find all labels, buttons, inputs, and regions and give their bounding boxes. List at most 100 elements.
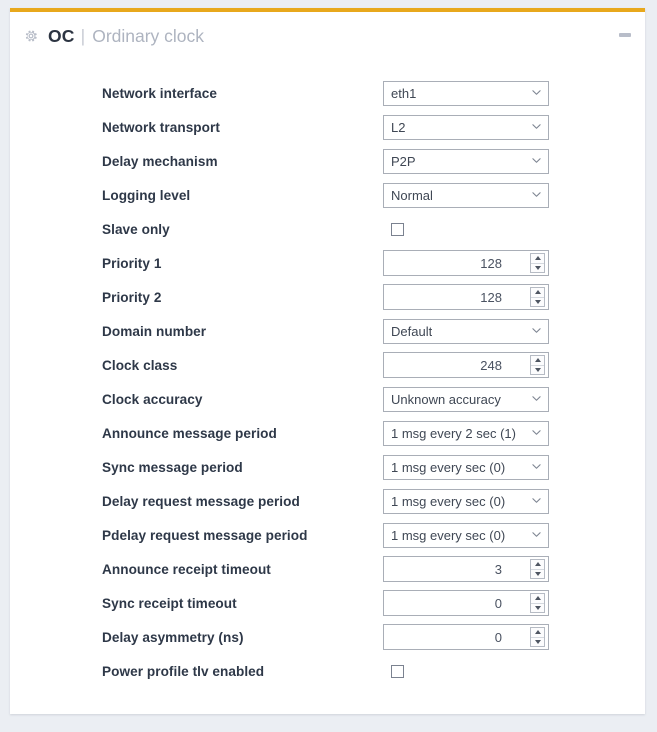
triangle-up-icon <box>534 630 541 635</box>
spinner-value-delay-asymmetry-ns: 0 <box>494 629 502 645</box>
label-pdelay-request-message-period: Pdelay request message period <box>102 527 308 543</box>
select-delay-mechanism[interactable]: P2P <box>383 148 549 174</box>
spinner-delay-asymmetry-ns[interactable]: 0 <box>383 624 549 650</box>
control-slot-delay-request-message-period: 1 msg every sec (0) <box>383 488 549 514</box>
select-sync-message-period[interactable]: 1 msg every sec (0) <box>383 454 549 480</box>
spinner-value-priority-1: 128 <box>480 255 502 271</box>
panel-title-separator: | <box>80 25 86 46</box>
label-domain-number: Domain number <box>102 323 207 339</box>
form-row-sync-receipt-timeout: Sync receipt timeout 0 <box>10 586 645 620</box>
label-announce-receipt-timeout: Announce receipt timeout <box>102 561 271 577</box>
triangle-down-icon <box>534 571 541 576</box>
select-network-interface[interactable]: eth1 <box>383 80 549 106</box>
spinner-sync-receipt-timeout[interactable]: 0 <box>383 590 549 616</box>
spinner-value-sync-receipt-timeout: 0 <box>494 595 502 611</box>
label-delay-asymmetry-ns: Delay asymmetry (ns) <box>102 629 244 645</box>
spinner-buttons-priority-2[interactable] <box>530 287 545 307</box>
spinner-increment-button[interactable] <box>531 628 544 638</box>
triangle-down-icon <box>534 367 541 372</box>
label-priority-2: Priority 2 <box>102 289 162 305</box>
select-logging-level[interactable]: Normal <box>383 182 549 208</box>
spinner-increment-button[interactable] <box>531 560 544 570</box>
form-row-pdelay-request-message-period: Pdelay request message period 1 msg every… <box>10 518 645 552</box>
select-pdelay-request-message-period[interactable]: 1 msg every sec (0) <box>383 522 549 548</box>
settings-form: Network interface eth1 Network transport L2… <box>10 60 645 688</box>
form-row-domain-number: Domain number Default <box>10 314 645 348</box>
triangle-down-icon <box>534 265 541 270</box>
select-value-domain-number: Default <box>391 323 433 339</box>
form-row-sync-message-period: Sync message period 1 msg every sec (0) <box>10 450 645 484</box>
label-logging-level: Logging level <box>102 187 191 203</box>
form-row-network-interface: Network interface eth1 <box>10 76 645 110</box>
chevron-down-icon <box>532 496 541 505</box>
label-delay-request-message-period: Delay request message period <box>102 493 300 509</box>
control-slot-delay-asymmetry-ns: 0 <box>383 624 549 650</box>
spinner-buttons-sync-receipt-timeout[interactable] <box>530 593 545 613</box>
spinner-increment-button[interactable] <box>531 356 544 366</box>
form-row-slave-only: Slave only <box>10 212 645 246</box>
chevron-down-icon <box>532 530 541 539</box>
form-row-network-transport: Network transport L2 <box>10 110 645 144</box>
control-slot-slave-only <box>383 222 549 236</box>
spinner-decrement-button[interactable] <box>531 366 544 375</box>
label-network-transport: Network transport <box>102 119 220 135</box>
checkbox-slave-only[interactable] <box>391 222 404 236</box>
form-row-delay-mechanism: Delay mechanism P2P <box>10 144 645 178</box>
spinner-decrement-button[interactable] <box>531 264 544 273</box>
spinner-increment-button[interactable] <box>531 594 544 604</box>
select-clock-accuracy[interactable]: Unknown accuracy <box>383 386 549 412</box>
label-network-interface: Network interface <box>102 85 217 101</box>
chevron-down-icon <box>532 190 541 199</box>
checkbox-power-profile-tlv-enabled[interactable] <box>391 664 404 678</box>
spinner-announce-receipt-timeout[interactable]: 3 <box>383 556 549 582</box>
select-domain-number[interactable]: Default <box>383 318 549 344</box>
spinner-value-announce-receipt-timeout: 3 <box>494 561 502 577</box>
spinner-decrement-button[interactable] <box>531 298 544 307</box>
spinner-buttons-priority-1[interactable] <box>530 253 545 273</box>
spinner-buttons-delay-asymmetry-ns[interactable] <box>530 627 545 647</box>
triangle-up-icon <box>534 562 541 567</box>
chevron-down-icon <box>532 462 541 471</box>
spinner-increment-button[interactable] <box>531 288 544 298</box>
spinner-increment-button[interactable] <box>531 254 544 264</box>
spinner-decrement-button[interactable] <box>531 604 544 613</box>
form-row-power-profile-tlv-enabled: Power profile tlv enabled <box>10 654 645 688</box>
triangle-down-icon <box>534 605 541 610</box>
label-clock-class: Clock class <box>102 357 178 373</box>
select-value-delay-mechanism: P2P <box>391 153 416 169</box>
chevron-down-icon <box>532 122 541 131</box>
spinner-decrement-button[interactable] <box>531 570 544 579</box>
control-slot-domain-number: Default <box>383 318 549 344</box>
control-slot-priority-2: 128 <box>383 284 549 310</box>
triangle-down-icon <box>534 639 541 644</box>
label-power-profile-tlv-enabled: Power profile tlv enabled <box>102 663 265 679</box>
spinner-value-priority-2: 128 <box>480 289 502 305</box>
spinner-priority-1[interactable]: 128 <box>383 250 549 276</box>
select-network-transport[interactable]: L2 <box>383 114 549 140</box>
form-row-priority-2: Priority 2 128 <box>10 280 645 314</box>
form-row-priority-1: Priority 1 128 <box>10 246 645 280</box>
label-slave-only: Slave only <box>102 221 170 237</box>
control-slot-clock-class: 248 <box>383 352 549 378</box>
spinner-priority-2[interactable]: 128 <box>383 284 549 310</box>
form-row-clock-accuracy: Clock accuracy Unknown accuracy <box>10 382 645 416</box>
gear-icon <box>24 29 38 43</box>
label-clock-accuracy: Clock accuracy <box>102 391 203 407</box>
triangle-up-icon <box>534 596 541 601</box>
select-delay-request-message-period[interactable]: 1 msg every sec (0) <box>383 488 549 514</box>
form-row-clock-class: Clock class 248 <box>10 348 645 382</box>
select-value-sync-message-period: 1 msg every sec (0) <box>391 459 506 475</box>
minimize-button[interactable] <box>618 30 631 39</box>
form-row-delay-asymmetry-ns: Delay asymmetry (ns) 0 <box>10 620 645 654</box>
select-value-network-transport: L2 <box>391 119 406 135</box>
spinner-buttons-clock-class[interactable] <box>530 355 545 375</box>
label-priority-1: Priority 1 <box>102 255 162 271</box>
spinner-decrement-button[interactable] <box>531 638 544 647</box>
spinner-clock-class[interactable]: 248 <box>383 352 549 378</box>
ordinary-clock-panel: OC | Ordinary clock Network interface eth… <box>10 8 645 714</box>
control-slot-network-transport: L2 <box>383 114 549 140</box>
control-slot-sync-receipt-timeout: 0 <box>383 590 549 616</box>
spinner-buttons-announce-receipt-timeout[interactable] <box>530 559 545 579</box>
select-announce-message-period[interactable]: 1 msg every 2 sec (1) <box>383 420 549 446</box>
chevron-down-icon <box>532 156 541 165</box>
